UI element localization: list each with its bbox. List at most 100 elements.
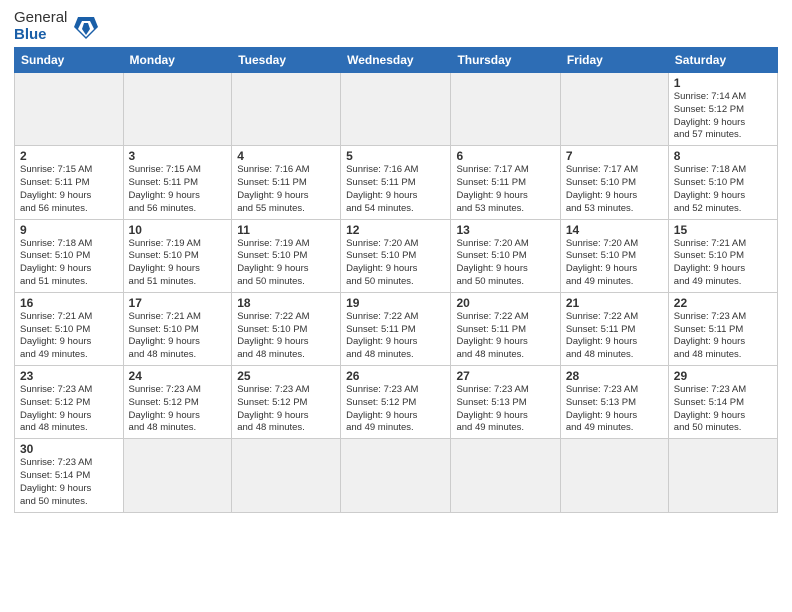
day-number: 24 (129, 369, 227, 383)
day-number: 23 (20, 369, 118, 383)
calendar-cell (123, 439, 232, 512)
calendar-cell: 28Sunrise: 7:23 AM Sunset: 5:13 PM Dayli… (560, 366, 668, 439)
day-info: Sunrise: 7:15 AM Sunset: 5:11 PM Dayligh… (20, 164, 118, 215)
day-number: 4 (237, 149, 335, 163)
day-number: 15 (674, 223, 772, 237)
calendar-cell: 20Sunrise: 7:22 AM Sunset: 5:11 PM Dayli… (451, 292, 560, 365)
calendar-cell: 19Sunrise: 7:22 AM Sunset: 5:11 PM Dayli… (341, 292, 451, 365)
day-info: Sunrise: 7:16 AM Sunset: 5:11 PM Dayligh… (346, 164, 445, 215)
weekday-header-thursday: Thursday (451, 48, 560, 73)
day-info: Sunrise: 7:16 AM Sunset: 5:11 PM Dayligh… (237, 164, 335, 215)
day-info: Sunrise: 7:15 AM Sunset: 5:11 PM Dayligh… (129, 164, 227, 215)
week-row-1: 1Sunrise: 7:14 AM Sunset: 5:12 PM Daylig… (15, 73, 778, 146)
calendar-cell (15, 73, 124, 146)
calendar-cell (341, 439, 451, 512)
day-number: 19 (346, 296, 445, 310)
day-number: 17 (129, 296, 227, 310)
day-number: 29 (674, 369, 772, 383)
calendar-cell: 10Sunrise: 7:19 AM Sunset: 5:10 PM Dayli… (123, 219, 232, 292)
calendar-cell: 2Sunrise: 7:15 AM Sunset: 5:11 PM Daylig… (15, 146, 124, 219)
day-info: Sunrise: 7:23 AM Sunset: 5:14 PM Dayligh… (20, 457, 118, 508)
day-info: Sunrise: 7:17 AM Sunset: 5:11 PM Dayligh… (456, 164, 554, 215)
day-info: Sunrise: 7:18 AM Sunset: 5:10 PM Dayligh… (674, 164, 772, 215)
calendar-cell: 15Sunrise: 7:21 AM Sunset: 5:10 PM Dayli… (668, 219, 777, 292)
day-number: 7 (566, 149, 663, 163)
day-info: Sunrise: 7:20 AM Sunset: 5:10 PM Dayligh… (456, 238, 554, 289)
calendar-cell: 17Sunrise: 7:21 AM Sunset: 5:10 PM Dayli… (123, 292, 232, 365)
day-number: 5 (346, 149, 445, 163)
day-info: Sunrise: 7:21 AM Sunset: 5:10 PM Dayligh… (674, 238, 772, 289)
day-number: 25 (237, 369, 335, 383)
day-info: Sunrise: 7:23 AM Sunset: 5:13 PM Dayligh… (456, 384, 554, 435)
calendar-cell: 30Sunrise: 7:23 AM Sunset: 5:14 PM Dayli… (15, 439, 124, 512)
day-number: 6 (456, 149, 554, 163)
header: General Blue (14, 10, 778, 43)
day-info: Sunrise: 7:20 AM Sunset: 5:10 PM Dayligh… (566, 238, 663, 289)
calendar-cell: 8Sunrise: 7:18 AM Sunset: 5:10 PM Daylig… (668, 146, 777, 219)
calendar-cell (560, 439, 668, 512)
day-number: 20 (456, 296, 554, 310)
day-number: 12 (346, 223, 445, 237)
weekday-header-tuesday: Tuesday (232, 48, 341, 73)
day-info: Sunrise: 7:17 AM Sunset: 5:10 PM Dayligh… (566, 164, 663, 215)
calendar-cell: 25Sunrise: 7:23 AM Sunset: 5:12 PM Dayli… (232, 366, 341, 439)
weekday-header-sunday: Sunday (15, 48, 124, 73)
day-info: Sunrise: 7:22 AM Sunset: 5:11 PM Dayligh… (566, 311, 663, 362)
calendar-cell: 3Sunrise: 7:15 AM Sunset: 5:11 PM Daylig… (123, 146, 232, 219)
calendar-cell: 6Sunrise: 7:17 AM Sunset: 5:11 PM Daylig… (451, 146, 560, 219)
week-row-6: 30Sunrise: 7:23 AM Sunset: 5:14 PM Dayli… (15, 439, 778, 512)
week-row-4: 16Sunrise: 7:21 AM Sunset: 5:10 PM Dayli… (15, 292, 778, 365)
day-number: 21 (566, 296, 663, 310)
page: General Blue SundayMondayTuesdayWednesda… (0, 0, 792, 523)
day-info: Sunrise: 7:22 AM Sunset: 5:10 PM Dayligh… (237, 311, 335, 362)
day-number: 3 (129, 149, 227, 163)
day-number: 27 (456, 369, 554, 383)
day-number: 30 (20, 442, 118, 456)
day-info: Sunrise: 7:23 AM Sunset: 5:12 PM Dayligh… (20, 384, 118, 435)
day-info: Sunrise: 7:23 AM Sunset: 5:12 PM Dayligh… (346, 384, 445, 435)
day-info: Sunrise: 7:23 AM Sunset: 5:13 PM Dayligh… (566, 384, 663, 435)
day-number: 10 (129, 223, 227, 237)
day-info: Sunrise: 7:23 AM Sunset: 5:12 PM Dayligh… (237, 384, 335, 435)
logo: General Blue (14, 10, 102, 43)
calendar-cell (341, 73, 451, 146)
calendar-cell (451, 73, 560, 146)
calendar-cell (451, 439, 560, 512)
day-number: 1 (674, 76, 772, 90)
calendar-cell (232, 439, 341, 512)
week-row-5: 23Sunrise: 7:23 AM Sunset: 5:12 PM Dayli… (15, 366, 778, 439)
day-number: 18 (237, 296, 335, 310)
calendar-cell: 23Sunrise: 7:23 AM Sunset: 5:12 PM Dayli… (15, 366, 124, 439)
calendar-cell: 13Sunrise: 7:20 AM Sunset: 5:10 PM Dayli… (451, 219, 560, 292)
day-number: 9 (20, 223, 118, 237)
day-info: Sunrise: 7:21 AM Sunset: 5:10 PM Dayligh… (20, 311, 118, 362)
calendar-cell: 5Sunrise: 7:16 AM Sunset: 5:11 PM Daylig… (341, 146, 451, 219)
calendar-cell: 21Sunrise: 7:22 AM Sunset: 5:11 PM Dayli… (560, 292, 668, 365)
weekday-header-monday: Monday (123, 48, 232, 73)
day-number: 2 (20, 149, 118, 163)
generalblue-logo-icon (70, 13, 102, 41)
weekday-header-row: SundayMondayTuesdayWednesdayThursdayFrid… (15, 48, 778, 73)
calendar-cell: 24Sunrise: 7:23 AM Sunset: 5:12 PM Dayli… (123, 366, 232, 439)
day-number: 11 (237, 223, 335, 237)
day-info: Sunrise: 7:22 AM Sunset: 5:11 PM Dayligh… (346, 311, 445, 362)
calendar-table: SundayMondayTuesdayWednesdayThursdayFrid… (14, 47, 778, 513)
calendar-cell: 1Sunrise: 7:14 AM Sunset: 5:12 PM Daylig… (668, 73, 777, 146)
calendar-cell: 26Sunrise: 7:23 AM Sunset: 5:12 PM Dayli… (341, 366, 451, 439)
week-row-3: 9Sunrise: 7:18 AM Sunset: 5:10 PM Daylig… (15, 219, 778, 292)
calendar-cell (232, 73, 341, 146)
weekday-header-wednesday: Wednesday (341, 48, 451, 73)
day-number: 13 (456, 223, 554, 237)
calendar-cell: 16Sunrise: 7:21 AM Sunset: 5:10 PM Dayli… (15, 292, 124, 365)
day-info: Sunrise: 7:14 AM Sunset: 5:12 PM Dayligh… (674, 91, 772, 142)
calendar-cell: 14Sunrise: 7:20 AM Sunset: 5:10 PM Dayli… (560, 219, 668, 292)
calendar-cell: 27Sunrise: 7:23 AM Sunset: 5:13 PM Dayli… (451, 366, 560, 439)
calendar-cell (123, 73, 232, 146)
calendar-cell: 7Sunrise: 7:17 AM Sunset: 5:10 PM Daylig… (560, 146, 668, 219)
day-number: 8 (674, 149, 772, 163)
calendar-cell: 18Sunrise: 7:22 AM Sunset: 5:10 PM Dayli… (232, 292, 341, 365)
calendar-cell: 4Sunrise: 7:16 AM Sunset: 5:11 PM Daylig… (232, 146, 341, 219)
day-info: Sunrise: 7:19 AM Sunset: 5:10 PM Dayligh… (129, 238, 227, 289)
day-number: 28 (566, 369, 663, 383)
day-info: Sunrise: 7:21 AM Sunset: 5:10 PM Dayligh… (129, 311, 227, 362)
